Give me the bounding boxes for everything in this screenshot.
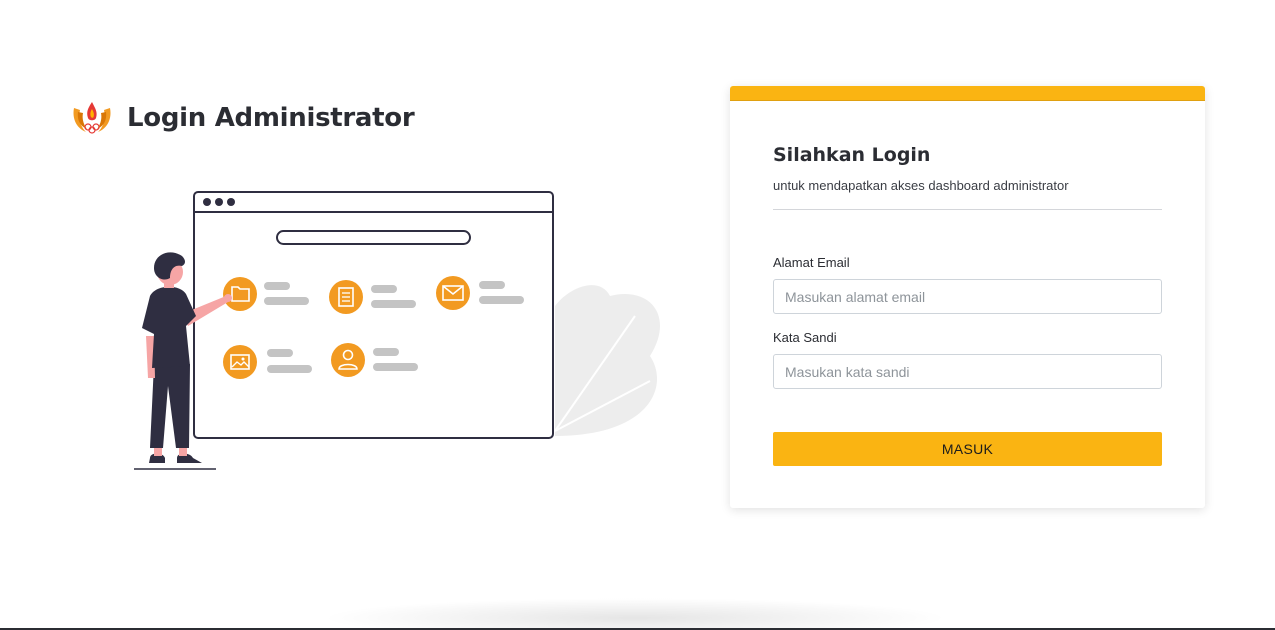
email-field[interactable] xyxy=(773,279,1162,314)
login-title: Silahkan Login xyxy=(773,144,931,166)
login-button[interactable]: MASUK xyxy=(773,432,1162,466)
login-form: Silahkan Login untuk mendapatkan akses d… xyxy=(773,100,1162,466)
email-label: Alamat Email xyxy=(773,255,850,270)
divider xyxy=(773,209,1162,210)
login-subtitle: untuk mendapatkan akses dashboard admini… xyxy=(773,178,1069,193)
browser-window xyxy=(193,191,554,439)
dashboard-illustration xyxy=(134,191,661,470)
page-title: Login Administrator xyxy=(127,103,415,133)
password-field[interactable] xyxy=(773,354,1162,389)
leaf-decoration xyxy=(554,285,661,436)
login-card: Silahkan Login untuk mendapatkan akses d… xyxy=(730,86,1205,508)
password-label: Kata Sandi xyxy=(773,330,837,345)
card-accent-bar xyxy=(730,86,1205,101)
bottom-shadow xyxy=(320,598,950,630)
login-page: Login Administrator Silahkan Login untuk… xyxy=(0,0,1275,630)
brand-header: Login Administrator xyxy=(70,98,415,138)
flame-emblem-logo xyxy=(73,102,111,134)
